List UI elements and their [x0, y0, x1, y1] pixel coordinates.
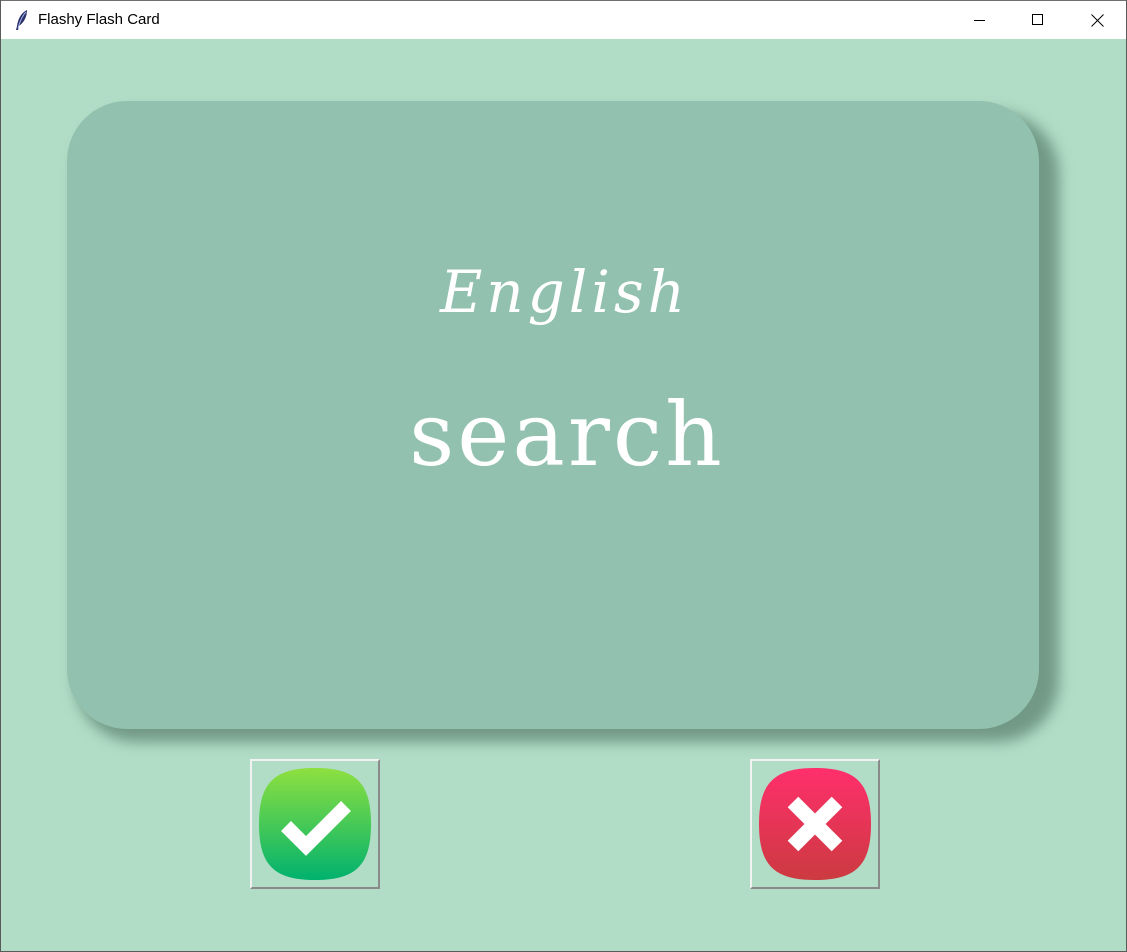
title-bar: Flashy Flash Card	[1, 0, 1126, 39]
right-answer-button[interactable]	[250, 759, 380, 889]
app-window: Flashy Flash Card English search	[0, 0, 1127, 952]
close-icon	[1090, 13, 1104, 27]
cross-icon	[759, 768, 871, 880]
close-button[interactable]	[1068, 1, 1126, 39]
wrong-answer-button[interactable]	[750, 759, 880, 889]
maximize-button[interactable]	[1009, 1, 1067, 39]
card-word: search	[409, 383, 725, 486]
minimize-button[interactable]	[951, 1, 1009, 39]
card-language-title: English	[439, 258, 690, 326]
minimize-icon	[974, 14, 986, 26]
window-title: Flashy Flash Card	[38, 11, 160, 28]
feather-icon	[13, 9, 31, 31]
maximize-icon	[1032, 14, 1044, 26]
check-icon	[259, 768, 371, 880]
